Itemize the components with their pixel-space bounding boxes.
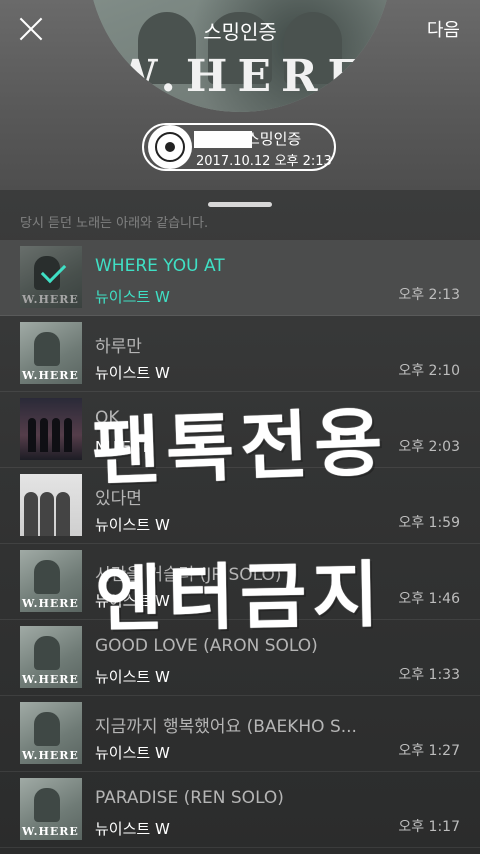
watermark-text: 팬톡전용: [90, 399, 390, 497]
album-thumbnail: W.HERE: [20, 246, 82, 308]
song-artist: 뉴이스트 W: [95, 744, 170, 762]
album-thumbnail: W.HERE: [20, 778, 82, 840]
song-artist: 뉴이스트 W: [95, 668, 170, 686]
album-logo: W.HERE: [108, 51, 372, 102]
certificate-label: 스밍인증: [246, 130, 302, 148]
album-thumbnail: W.HERE: [20, 702, 82, 764]
song-time: 오후 1:17: [398, 819, 460, 835]
song-title: 지금까지 행복했어요 (BAEKHO S...: [95, 717, 357, 737]
song-title: PARADISE (REN SOLO): [95, 788, 284, 808]
song-row[interactable]: W.HERE 하루만 뉴이스트 W 오후 2:10: [0, 316, 480, 392]
redacted-username: [194, 131, 252, 148]
song-time: 오후 1:27: [398, 743, 460, 759]
song-artist: 뉴이스트 W: [95, 516, 170, 534]
song-title: WHERE YOU AT: [95, 256, 225, 276]
disc-icon: [148, 125, 192, 169]
check-icon: [20, 246, 82, 308]
song-row[interactable]: W.HERE PARADISE (REN SOLO) 뉴이스트 W 오후 1:1…: [0, 772, 480, 848]
certificate-date: 2017.10.12 오후 2:13: [196, 154, 332, 169]
drag-handle[interactable]: [208, 202, 272, 207]
close-icon[interactable]: [16, 14, 46, 44]
song-time: 오후 1:59: [398, 515, 460, 531]
song-row[interactable]: W.HERE WHERE YOU AT 뉴이스트 W 오후 2:13: [0, 240, 480, 316]
song-artist: 뉴이스트 W: [95, 820, 170, 838]
song-list-sheet: 당시 듣던 노래는 아래와 같습니다. W.HERE WHERE YOU AT …: [0, 190, 480, 854]
song-time: 오후 2:10: [398, 363, 460, 379]
list-caption: 당시 듣던 노래는 아래와 같습니다.: [20, 216, 209, 231]
song-artist: 뉴이스트 W: [95, 364, 170, 382]
song-title: 하루만: [95, 337, 142, 357]
next-button[interactable]: 다음: [427, 16, 460, 42]
header: W.HERE 스밍인증 다음 스밍인증 2017.10.12 오후 2:13: [0, 0, 480, 190]
song-row[interactable]: W.HERE 지금까지 행복했어요 (BAEKHO S... 뉴이스트 W 오후…: [0, 696, 480, 772]
page-title: 스밍인증: [203, 20, 277, 44]
song-time: 오후 1:33: [398, 667, 460, 683]
song-artist: 뉴이스트 W: [95, 288, 170, 306]
watermark-text: 엔터금지: [94, 552, 386, 642]
album-thumbnail: W.HERE: [20, 322, 82, 384]
song-time: 오후 2:13: [398, 287, 460, 303]
